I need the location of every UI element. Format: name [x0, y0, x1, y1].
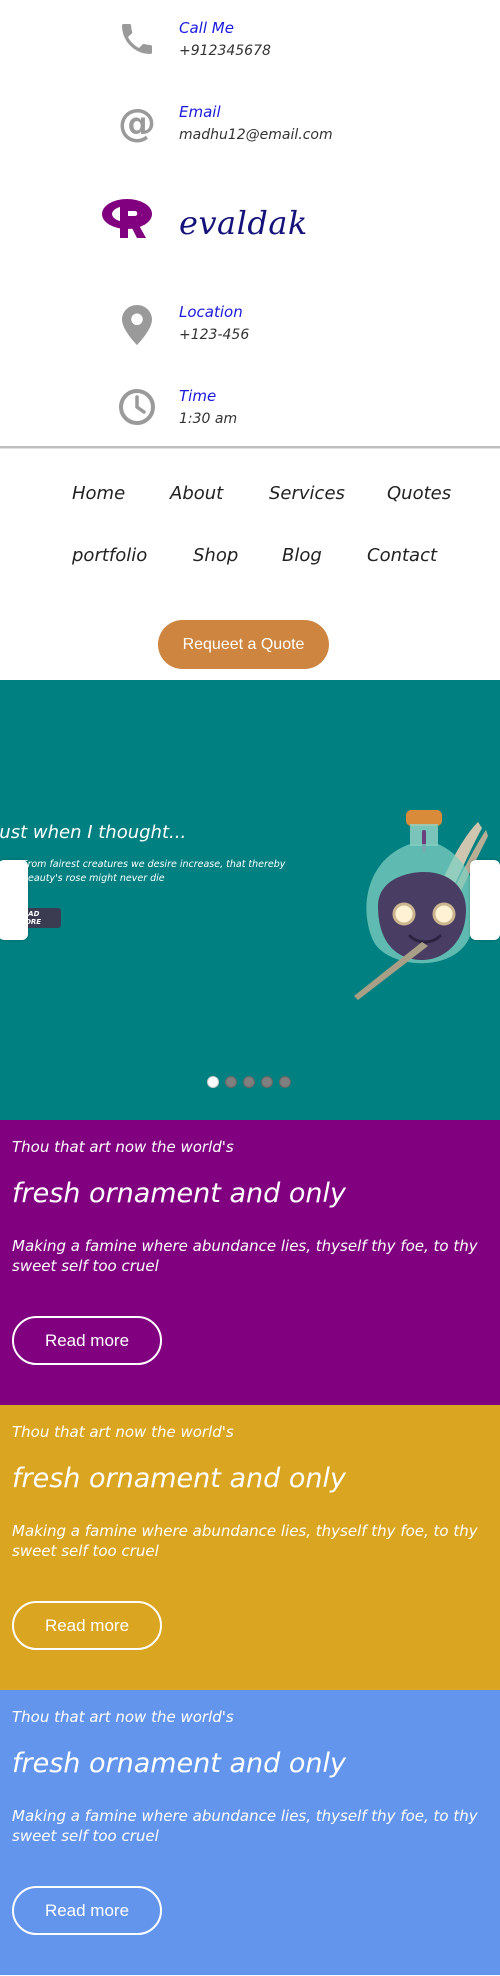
panel-body: Making a famine where abundance lies, th…	[12, 1522, 478, 1560]
phone-value: +912345678	[179, 43, 271, 59]
nav-item-blog[interactable]: Blog	[282, 545, 322, 566]
brand-name: evaldak	[179, 204, 308, 242]
slider-dot[interactable]	[261, 1076, 273, 1088]
panel-kicker: Thou that art now the world's	[12, 1138, 234, 1156]
slider-next-arrow[interactable]	[470, 860, 500, 940]
nav-item-contact[interactable]: Contact	[367, 545, 437, 566]
phone-icon	[114, 16, 160, 62]
slider-dot[interactable]	[225, 1076, 237, 1088]
clock-icon	[114, 384, 160, 430]
nav-item-about[interactable]: About	[170, 483, 223, 504]
time-value: 1:30 am	[179, 411, 238, 427]
location-label: Location	[179, 303, 243, 321]
request-quote-button[interactable]: Requeet a Quote	[158, 620, 329, 669]
panel-kicker: Thou that art now the world's	[12, 1423, 234, 1441]
slide-title: Just when I thought...	[0, 822, 187, 843]
slide-text: From fairest creatures we desire increas…	[22, 859, 286, 884]
read-more-button[interactable]: Read more	[12, 1316, 162, 1365]
slider-dot[interactable]	[279, 1076, 291, 1088]
slider-dot[interactable]	[207, 1076, 219, 1088]
at-sign-icon: @	[118, 101, 156, 145]
panel-kicker: Thou that art now the world's	[12, 1708, 234, 1726]
panel-body: Making a famine where abundance lies, th…	[12, 1237, 478, 1275]
location-value: +123-456	[179, 327, 250, 343]
slider-pagination	[207, 1076, 291, 1088]
feature-panel-gold: Thou that art now the world's fresh orna…	[0, 1405, 500, 1690]
time-label: Time	[179, 387, 217, 405]
nav-item-quotes[interactable]: Quotes	[387, 483, 451, 504]
feature-panel-blue: Thou that art now the world's fresh orna…	[0, 1690, 500, 1975]
email-label: Email	[179, 103, 221, 121]
slider-prev-arrow[interactable]	[0, 860, 28, 940]
slider-dot[interactable]	[243, 1076, 255, 1088]
phone-label: Call Me	[179, 19, 234, 37]
panel-title: fresh ornament and only	[12, 1463, 346, 1494]
nav-item-services[interactable]: Services	[269, 483, 345, 504]
read-more-button[interactable]: Read more	[12, 1886, 162, 1935]
feature-panel-purple: Thou that art now the world's fresh orna…	[0, 1120, 500, 1405]
section-divider	[0, 446, 500, 449]
potion-illustration	[348, 810, 488, 1010]
read-more-button[interactable]: Read more	[12, 1601, 162, 1650]
nav-item-portfolio[interactable]: portfolio	[72, 545, 147, 566]
nav-item-home[interactable]: Home	[72, 483, 125, 504]
panel-title: fresh ornament and only	[12, 1748, 346, 1779]
panel-title: fresh ornament and only	[12, 1178, 346, 1209]
panel-body: Making a famine where abundance lies, th…	[12, 1807, 478, 1845]
r-logo-icon	[100, 196, 160, 242]
email-value: madhu12@email.com	[179, 127, 333, 143]
contact-info: Call Me +912345678 @ Email madhu12@email…	[0, 0, 500, 449]
nav-item-shop[interactable]: Shop	[193, 545, 238, 566]
location-pin-icon	[114, 302, 160, 348]
main-navigation: Home About Services Quotes portfolio Sho…	[0, 450, 500, 680]
hero-slider: Just when I thought... From fairest crea…	[0, 680, 500, 1120]
